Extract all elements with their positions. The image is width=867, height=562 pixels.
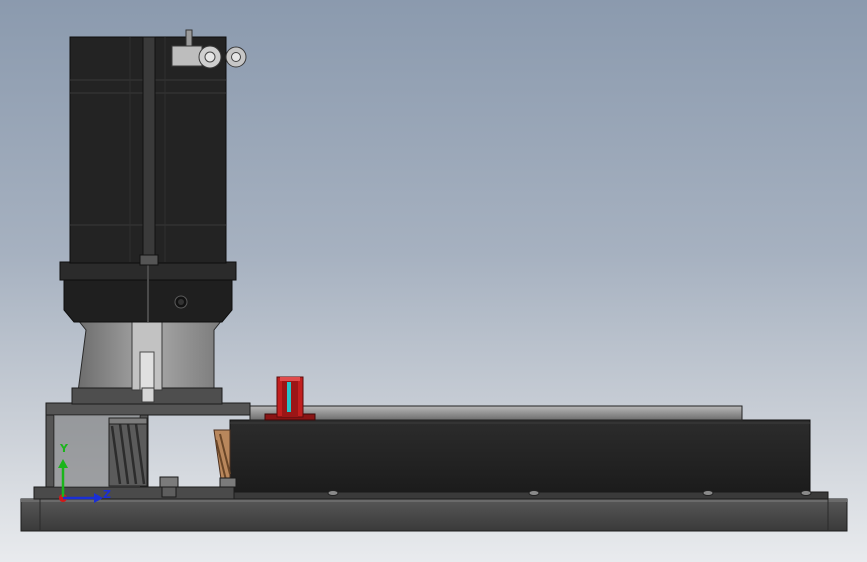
cad-model-view[interactable] bbox=[0, 0, 867, 562]
bolt-head bbox=[800, 490, 812, 496]
pinion-gear[interactable] bbox=[108, 417, 148, 487]
triad-y-label: Y bbox=[60, 442, 68, 455]
reducer-adapter[interactable] bbox=[71, 319, 224, 405]
triad-x-label: Z bbox=[103, 488, 111, 501]
bolt-head bbox=[702, 490, 714, 496]
bracket-slot bbox=[287, 382, 291, 412]
rotary-table-top-disc[interactable] bbox=[249, 405, 743, 421]
base-plate[interactable] bbox=[20, 498, 848, 532]
rotary-table-body[interactable] bbox=[229, 419, 811, 500]
bolt-head bbox=[327, 490, 339, 496]
sensor-bracket[interactable] bbox=[264, 376, 316, 421]
graphics-viewport[interactable]: Y Z bbox=[0, 0, 867, 562]
servo-motor[interactable] bbox=[69, 36, 227, 266]
cable-connectors[interactable] bbox=[171, 29, 247, 69]
bolt-head bbox=[528, 490, 540, 496]
motor-flange[interactable] bbox=[59, 261, 237, 323]
